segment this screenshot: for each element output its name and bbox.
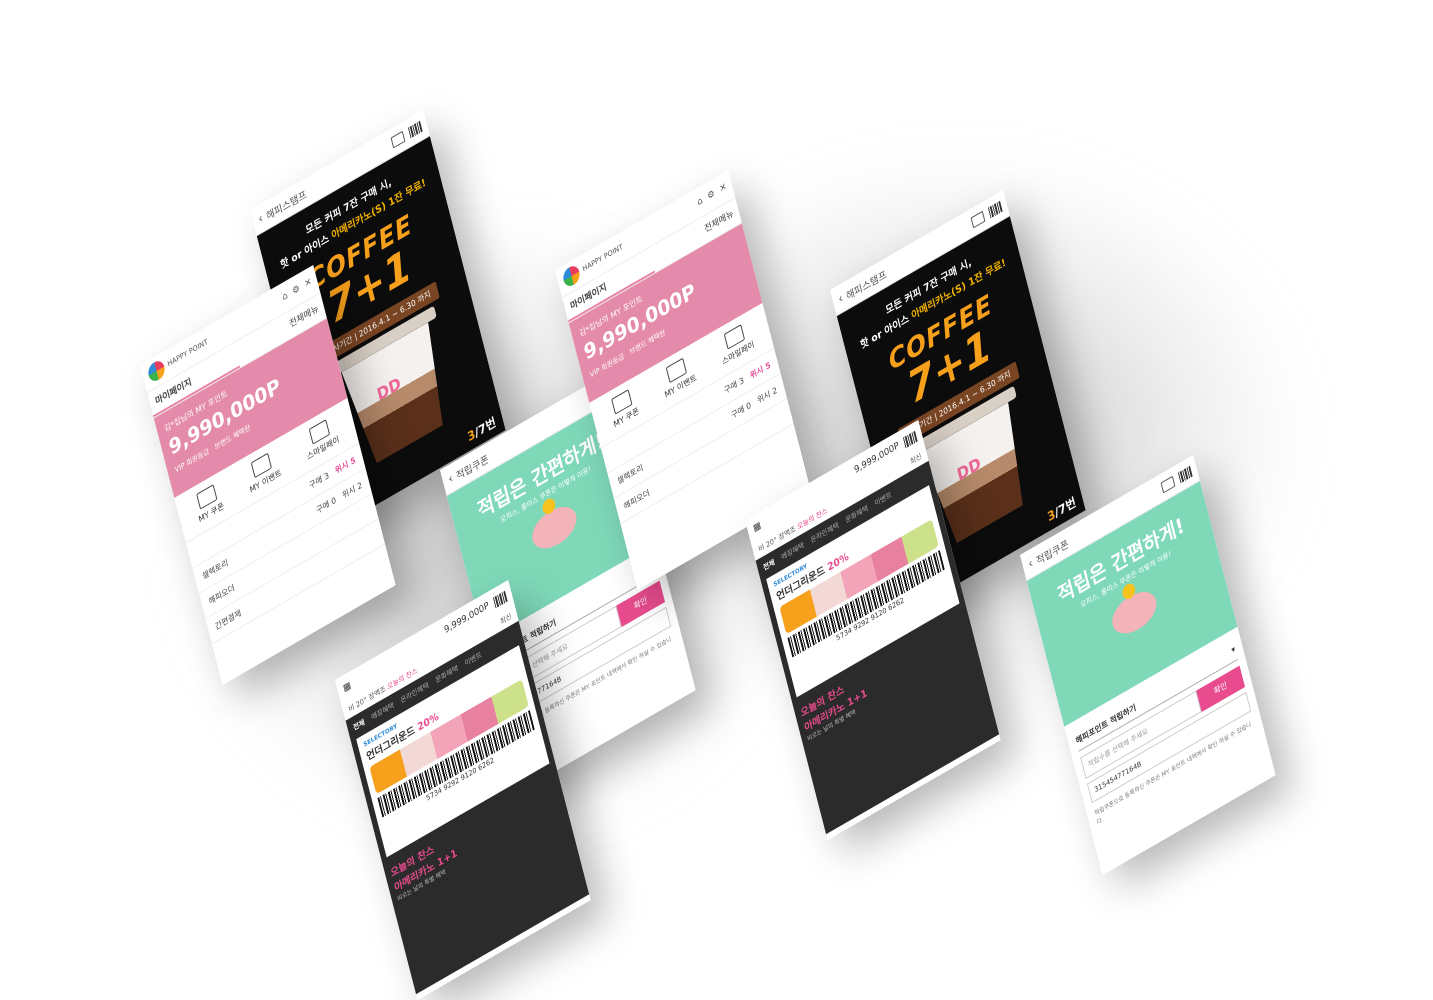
piggy-bank-icon: [1108, 581, 1161, 642]
close-icon[interactable]: ✕: [304, 277, 313, 290]
card-icon[interactable]: [970, 210, 986, 228]
my-coupon-button[interactable]: MY 쿠폰: [193, 482, 226, 526]
home-icon[interactable]: ⌂: [281, 291, 288, 304]
my-coupon-button[interactable]: MY 쿠폰: [608, 387, 641, 431]
back-icon[interactable]: ‹: [1027, 555, 1035, 571]
back-icon[interactable]: ‹: [837, 290, 845, 306]
smile-pay-button[interactable]: 스마일페이: [716, 320, 755, 368]
gear-icon[interactable]: ⚙: [292, 284, 301, 298]
gear-icon[interactable]: ⚙: [707, 189, 716, 203]
chevron-down-icon: ▾: [1230, 644, 1237, 656]
tab-event[interactable]: 이벤트: [874, 490, 893, 509]
my-event-button[interactable]: MY 이벤트: [659, 353, 698, 400]
smile-pay-button[interactable]: 스마일페이: [301, 415, 340, 463]
back-icon[interactable]: ‹: [257, 210, 265, 226]
qr-icon[interactable]: ▦: [752, 521, 762, 535]
barcode-icon[interactable]: [902, 430, 918, 448]
tab-event[interactable]: 이벤트: [464, 650, 483, 669]
tab-all[interactable]: 전체: [352, 717, 366, 733]
barcode-icon[interactable]: [1177, 465, 1193, 483]
barcode-icon[interactable]: [492, 590, 508, 608]
piggy-bank-icon: [528, 496, 581, 557]
happy-point-logo-icon: [561, 262, 582, 290]
my-event-button[interactable]: MY 이벤트: [244, 448, 283, 495]
happy-point-logo-icon: [146, 357, 167, 385]
back-icon[interactable]: ‹: [447, 470, 455, 486]
card-icon[interactable]: [1160, 475, 1176, 493]
barcode-icon[interactable]: [407, 120, 423, 138]
home-icon[interactable]: ⌂: [696, 196, 703, 209]
qr-icon[interactable]: ▦: [342, 681, 352, 695]
barcode-icon[interactable]: [987, 200, 1003, 218]
card-icon[interactable]: [390, 130, 406, 148]
tab-all[interactable]: 전체: [762, 557, 776, 573]
close-icon[interactable]: ✕: [719, 182, 728, 195]
